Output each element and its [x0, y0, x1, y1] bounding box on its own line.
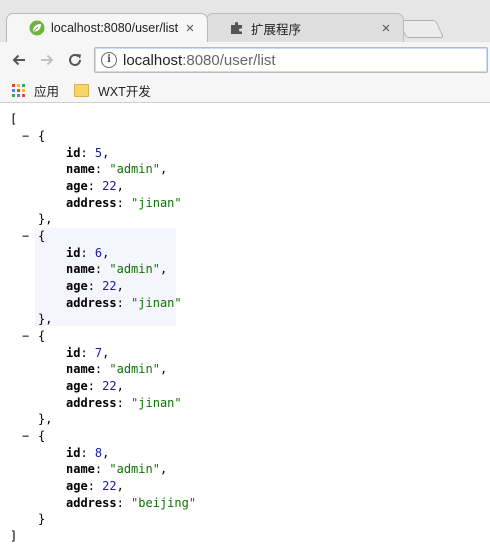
folder-icon [74, 83, 89, 97]
forward-arrow-icon[interactable] [36, 49, 58, 71]
collapse-toggle[interactable]: − [22, 428, 29, 445]
object-close-brace: }, [38, 312, 53, 326]
object-close-brace: }, [38, 212, 53, 226]
tab-title: localhost:8080/user/list [51, 21, 179, 35]
apps-grid-icon [12, 83, 25, 97]
field-age: age: 22, [66, 479, 124, 493]
field-name: name: "admin", [66, 362, 168, 376]
bookmark-label: 应用 [34, 84, 60, 99]
url-path: :8080/user/list [182, 51, 276, 69]
field-id: id: 6, [66, 246, 110, 260]
object-open-brace: { [38, 429, 46, 443]
field-name: name: "admin", [66, 262, 168, 276]
field-name: name: "admin", [66, 162, 168, 176]
close-tab-icon[interactable]: × [379, 20, 393, 37]
field-age: age: 22, [66, 279, 124, 293]
bookmark-apps[interactable]: 应用 [12, 81, 59, 99]
object-open-brace: { [38, 329, 46, 343]
tab-user-list[interactable]: localhost:8080/user/list × [6, 13, 208, 42]
new-tab-button[interactable] [397, 20, 445, 38]
collapse-toggle[interactable]: − [22, 128, 29, 145]
object-open-brace: { [38, 229, 46, 243]
field-address: address: "jinan" [66, 296, 182, 310]
field-id: id: 5, [66, 146, 110, 160]
bookmark-label: WXT开发 [98, 84, 151, 99]
spring-leaf-icon [29, 20, 45, 36]
toolbar: i localhost:8080/user/list [0, 42, 490, 78]
field-id: id: 7, [66, 346, 110, 360]
json-viewer: [ − { id: 5, name: "admin", age: 22, add… [0, 103, 490, 555]
field-id: id: 8, [66, 446, 110, 460]
back-arrow-icon[interactable] [8, 49, 30, 71]
tab-extensions[interactable]: 扩展程序 × [206, 13, 404, 42]
url-host: localhost [123, 51, 183, 69]
array-open-bracket: [ [10, 112, 18, 126]
field-address: address: "beijing" [66, 496, 197, 510]
puzzle-icon [229, 20, 245, 36]
field-age: age: 22, [66, 179, 124, 193]
tab-title: 扩展程序 [251, 22, 302, 37]
bookmarks-bar: 应用 WXT开发 [0, 78, 490, 103]
field-name: name: "admin", [66, 462, 168, 476]
field-age: age: 22, [66, 379, 124, 393]
array-close-bracket: ] [10, 529, 18, 543]
object-close-brace: }, [38, 412, 53, 426]
info-icon[interactable]: i [101, 52, 117, 68]
close-tab-icon[interactable]: × [183, 20, 197, 37]
collapse-toggle[interactable]: − [22, 228, 29, 245]
field-address: address: "jinan" [66, 196, 182, 210]
reload-icon[interactable] [64, 49, 86, 71]
field-address: address: "jinan" [66, 396, 182, 410]
address-bar[interactable]: i localhost:8080/user/list [94, 47, 488, 73]
collapse-toggle[interactable]: − [22, 328, 29, 345]
bookmark-wxt[interactable]: WXT开发 [74, 81, 151, 99]
object-close-brace: } [38, 512, 46, 526]
object-open-brace: { [38, 129, 46, 143]
tab-strip: localhost:8080/user/list × 扩展程序 × [0, 0, 490, 42]
